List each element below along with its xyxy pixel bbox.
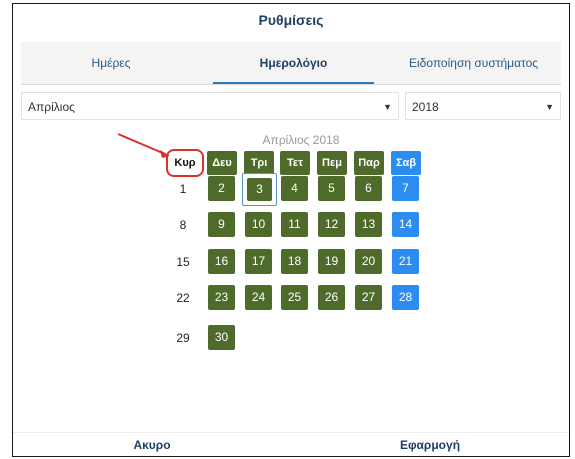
weekday-header: Πεμ [317, 151, 347, 175]
day-cell[interactable]: 26 [318, 285, 345, 310]
day-cell[interactable]: 16 [208, 249, 235, 274]
day-cell[interactable]: 13 [355, 212, 382, 237]
day-cell[interactable]: 6 [355, 176, 382, 201]
weekday-header: Δευ [207, 151, 237, 175]
day-cell[interactable]: 18 [281, 249, 308, 274]
day-cell[interactable]: 12 [318, 212, 345, 237]
day-cell-saturday[interactable]: 28 [392, 285, 419, 310]
week-start-label: 15 [176, 255, 190, 269]
day-cell[interactable]: 11 [281, 212, 308, 237]
day-cell[interactable]: 5 [318, 176, 345, 201]
day-cell[interactable]: 25 [281, 285, 308, 310]
day-cell[interactable]: 20 [355, 249, 382, 274]
day-cell-saturday[interactable]: 7 [392, 176, 419, 201]
weekday-header: Τρι [244, 151, 274, 175]
day-cell[interactable]: 17 [245, 249, 272, 274]
cancel-button[interactable]: Ακυρο [13, 433, 291, 456]
day-cell[interactable]: 2 [208, 176, 235, 201]
settings-dialog: Ρυθμίσεις Ημέρες Ημερολόγιο Ειδοποίηση σ… [12, 3, 570, 457]
weekday-header-sunday-highlighted: Κυρ [166, 149, 204, 177]
day-cell[interactable]: 23 [208, 285, 235, 310]
day-cell-selected[interactable]: 3 [242, 173, 277, 206]
day-cell[interactable]: 4 [281, 176, 308, 201]
day-cell[interactable]: 30 [208, 325, 235, 350]
day-cell-saturday[interactable]: 21 [392, 249, 419, 274]
day-cell[interactable]: 10 [245, 212, 272, 237]
dialog-footer: Ακυρο Εφαρμογή [13, 432, 569, 456]
day-cell[interactable]: 24 [245, 285, 272, 310]
apply-button[interactable]: Εφαρμογή [291, 433, 569, 456]
day-cell[interactable]: 9 [208, 212, 235, 237]
weekday-header: Τετ [280, 151, 310, 175]
week-start-label: 22 [176, 291, 190, 305]
day-cell[interactable]: 19 [318, 249, 345, 274]
day-cell[interactable]: 27 [355, 285, 382, 310]
week-start-label: 29 [176, 331, 190, 345]
calendar-grid: Κυρ Δευ Τρι Τετ Πεμ Παρ Σαβ 1 2 3 4 5 6 7 8 9 10 11 12 13 14… [13, 4, 569, 456]
weekday-header: Σαβ [391, 151, 421, 175]
day-cell-saturday[interactable]: 14 [392, 212, 419, 237]
day-cell-selected-label: 3 [247, 178, 272, 201]
week-start-label: 8 [179, 218, 187, 232]
week-start-label: 1 [179, 182, 187, 196]
weekday-header: Παρ [354, 151, 384, 175]
